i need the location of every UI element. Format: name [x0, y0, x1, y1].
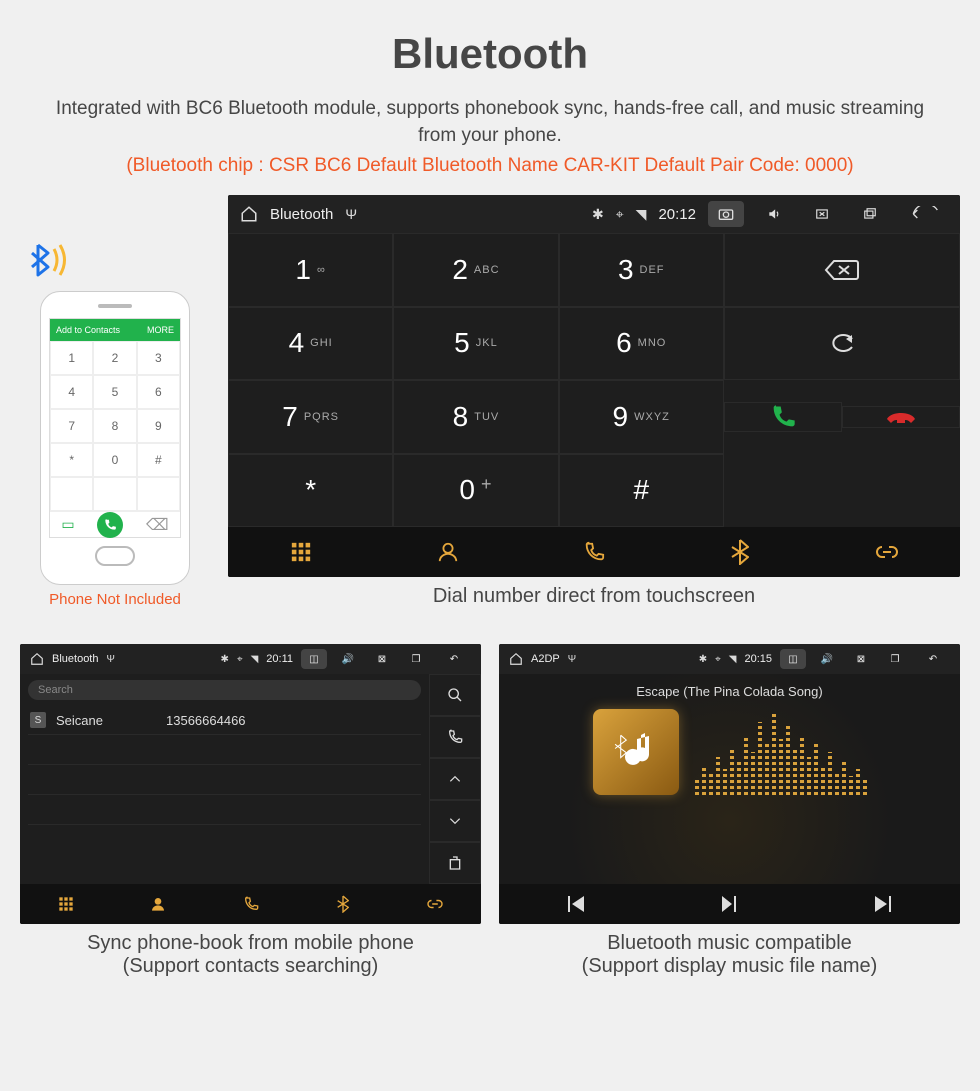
recent-apps-button[interactable] [852, 201, 888, 227]
close-app-button[interactable] [804, 201, 840, 227]
nav-dialpad-icon[interactable] [228, 527, 374, 577]
contacts-caption-1: Sync phone-book from mobile phone [20, 932, 481, 955]
back-button[interactable]: ↶ [916, 649, 950, 669]
phone-body: Add to Contacts MORE 123 456 789 *0# ▭ [40, 291, 190, 585]
music-title: A2DP [531, 653, 560, 665]
music-device: A2DP Ψ ✱⌖◥ 20:15 ◫ 🔊 ⊠ ❐ ↶ Escape (The P… [499, 644, 960, 924]
volume-button[interactable]: 🔊 [335, 649, 361, 669]
music-caption-1: Bluetooth music compatible [499, 932, 960, 955]
nav-recent-calls-icon[interactable] [521, 527, 667, 577]
recent-apps-button[interactable]: ❐ [882, 649, 908, 669]
nav-pair-icon[interactable] [814, 527, 960, 577]
home-icon[interactable] [30, 652, 44, 666]
bluetooth-signal-icon [20, 235, 210, 285]
dialer-title: Bluetooth [270, 206, 333, 223]
side-up-icon[interactable] [429, 758, 481, 800]
close-app-button[interactable]: ⊠ [369, 649, 395, 669]
prev-track-button[interactable] [499, 884, 653, 924]
back-button[interactable] [900, 201, 948, 227]
contact-row[interactable]: S Seicane 13566664466 [28, 706, 421, 735]
usb-icon: Ψ [568, 654, 576, 665]
dialer-status-bar: Bluetooth Ψ ✱ ⌖ ◥ 20:12 [228, 195, 960, 233]
nav-bluetooth-icon[interactable] [297, 884, 389, 924]
backspace-button[interactable] [724, 233, 960, 307]
key-2[interactable]: 2ABC [393, 233, 558, 307]
volume-button[interactable] [756, 201, 792, 227]
phone-mock-keypad: 123 456 789 *0# [50, 341, 180, 511]
bluetooth-status-icon: ✱ [592, 206, 604, 223]
now-playing-song: Escape (The Pina Colada Song) [636, 684, 822, 699]
recent-apps-button[interactable]: ❐ [403, 649, 429, 669]
contacts-search-input[interactable]: Search [28, 680, 421, 700]
contact-name: Seicane [56, 713, 156, 728]
hangup-button[interactable] [842, 406, 960, 428]
side-search-icon[interactable] [429, 674, 481, 716]
usb-icon: Ψ [106, 654, 114, 665]
location-icon: ⌖ [616, 206, 624, 223]
back-button[interactable]: ↶ [437, 649, 471, 669]
dialer-bottom-nav [228, 527, 960, 577]
contacts-caption-2: (Support contacts searching) [20, 955, 481, 978]
key-5[interactable]: 5JKL [393, 307, 558, 381]
usb-icon: Ψ [345, 206, 357, 222]
close-app-button[interactable]: ⊠ [848, 649, 874, 669]
album-art-icon [593, 709, 679, 795]
equalizer-icon [695, 709, 867, 795]
contact-number: 13566664466 [166, 713, 246, 728]
contact-badge: S [30, 712, 46, 728]
key-0[interactable]: 0+ [393, 454, 558, 528]
redial-button[interactable] [724, 307, 960, 381]
side-call-icon[interactable] [429, 716, 481, 758]
phone-mock-topbar-label: Add to Contacts [56, 325, 120, 335]
play-pause-button[interactable] [653, 884, 807, 924]
call-button[interactable] [724, 402, 842, 432]
key-8[interactable]: 8TUV [393, 380, 558, 454]
bluetooth-spec-line: (Bluetooth chip : CSR BC6 Default Blueto… [20, 155, 960, 177]
page-title: Bluetooth [20, 30, 960, 78]
music-caption-2: (Support display music file name) [499, 955, 960, 978]
status-time: 20:11 [266, 653, 293, 665]
dialer-device: Bluetooth Ψ ✱ ⌖ ◥ 20:12 1∞ 2AB [228, 195, 960, 577]
next-track-button[interactable] [806, 884, 960, 924]
nav-recent-calls-icon[interactable] [204, 884, 296, 924]
screenshot-button[interactable]: ◫ [301, 649, 327, 669]
contacts-title: Bluetooth [52, 653, 98, 665]
screenshot-button[interactable]: ◫ [780, 649, 806, 669]
nav-pair-icon[interactable] [389, 884, 481, 924]
contacts-device: Bluetooth Ψ ✱⌖◥ 20:11 ◫ 🔊 ⊠ ❐ ↶ Search S [20, 644, 481, 924]
key-1[interactable]: 1∞ [228, 233, 393, 307]
key-6[interactable]: 6MNO [559, 307, 724, 381]
phone-mock-dial-icon [97, 512, 123, 538]
key-3[interactable]: 3DEF [559, 233, 724, 307]
nav-dialpad-icon[interactable] [20, 884, 112, 924]
dialer-caption: Dial number direct from touchscreen [228, 585, 960, 608]
home-icon[interactable] [240, 205, 258, 223]
nav-contacts-icon[interactable] [374, 527, 520, 577]
key-star[interactable]: * [228, 454, 393, 528]
side-down-icon[interactable] [429, 800, 481, 842]
nav-contacts-icon[interactable] [112, 884, 204, 924]
volume-button[interactable]: 🔊 [814, 649, 840, 669]
key-4[interactable]: 4GHI [228, 307, 393, 381]
side-delete-icon[interactable] [429, 842, 481, 884]
wifi-icon: ◥ [636, 206, 647, 223]
home-icon[interactable] [509, 652, 523, 666]
key-9[interactable]: 9WXYZ [559, 380, 724, 454]
page-description: Integrated with BC6 Bluetooth module, su… [50, 96, 930, 149]
key-7[interactable]: 7PQRS [228, 380, 393, 454]
status-time: 20:15 [744, 653, 772, 665]
nav-bluetooth-icon[interactable] [667, 527, 813, 577]
status-time: 20:12 [658, 206, 696, 223]
dialer-keypad: 1∞ 2ABC 3DEF 4GHI 5JKL 6MNO 7PQRS 8TUV 9… [228, 233, 724, 527]
screenshot-button[interactable] [708, 201, 744, 227]
key-hash[interactable]: # [559, 454, 724, 528]
phone-mock-column: Add to Contacts MORE 123 456 789 *0# ▭ [20, 235, 210, 608]
phone-not-included-caption: Phone Not Included [20, 591, 210, 608]
